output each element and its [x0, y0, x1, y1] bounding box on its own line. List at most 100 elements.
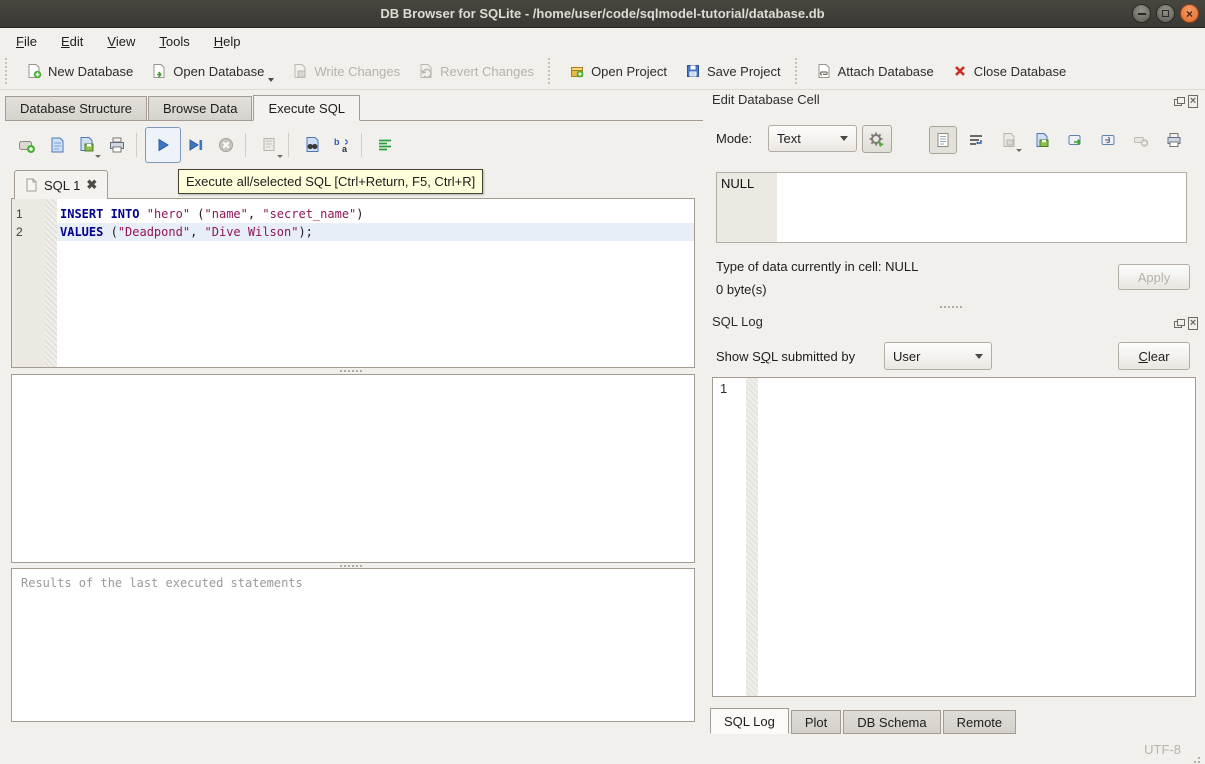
replace-button[interactable]: ba: [327, 130, 357, 160]
format-lines-icon: [376, 136, 394, 154]
tab-sql-log[interactable]: SQL Log: [710, 708, 789, 734]
close-icon: ×: [1186, 8, 1193, 20]
tab-remote[interactable]: Remote: [943, 710, 1017, 734]
query-results-table[interactable]: [11, 374, 695, 563]
svg-text:b: b: [334, 137, 340, 147]
menubar: File Edit View Tools Help: [0, 29, 1205, 53]
results-message-panel[interactable]: Results of the last executed statements: [11, 568, 695, 722]
clear-log-button[interactable]: Clear: [1118, 342, 1190, 370]
sql-log-dock-title: SQL Log: [712, 314, 763, 329]
text-document-icon: [935, 132, 951, 148]
resize-grip[interactable]: [1198, 757, 1200, 759]
revert-changes-button[interactable]: Revert Changes: [409, 56, 543, 86]
set-null-button[interactable]: [1127, 126, 1155, 154]
close-dock-button[interactable]: ×: [1187, 95, 1199, 107]
tab-db-schema[interactable]: DB Schema: [843, 710, 940, 734]
save-project-label: Save Project: [707, 64, 781, 79]
main-tabbar: Database Structure Browse Data Execute S…: [5, 95, 703, 121]
save-results-button[interactable]: [254, 130, 284, 160]
minimize-button[interactable]: [1132, 4, 1151, 23]
open-external-icon: [1067, 132, 1083, 148]
code-line[interactable]: 1INSERT INTO "hero" ("name", "secret_nam…: [12, 205, 694, 223]
tab-database-structure[interactable]: Database Structure: [5, 96, 147, 120]
copy-link-button[interactable]: [1094, 126, 1122, 154]
write-changes-icon: [292, 63, 308, 79]
gear-icon: [868, 130, 886, 148]
stop-button[interactable]: [211, 130, 241, 160]
float-dock-button[interactable]: [1172, 95, 1184, 107]
menu-help[interactable]: Help: [204, 31, 251, 52]
toolbar-separator: [361, 133, 366, 157]
revert-changes-label: Revert Changes: [440, 64, 534, 79]
find-button[interactable]: [297, 130, 327, 160]
new-database-button[interactable]: New Database: [17, 56, 142, 86]
apply-button[interactable]: Apply: [1118, 264, 1190, 290]
open-project-button[interactable]: Open Project: [560, 56, 676, 86]
print-button[interactable]: [102, 130, 132, 160]
auto-switch-mode-button[interactable]: [862, 125, 892, 153]
tab-label: Remote: [957, 715, 1003, 730]
sql-editor[interactable]: 1INSERT INTO "hero" ("name", "secret_nam…: [11, 198, 695, 368]
close-button[interactable]: ×: [1180, 4, 1199, 23]
tab-browse-data[interactable]: Browse Data: [148, 96, 252, 120]
execute-sql-toolbar: ba: [12, 127, 400, 163]
link-icon: [1100, 132, 1116, 148]
float-icon: [1174, 319, 1183, 327]
play-to-line-icon: [187, 136, 205, 154]
tab-plot[interactable]: Plot: [791, 710, 841, 734]
close-database-icon: [952, 63, 968, 79]
menu-view[interactable]: View: [97, 31, 145, 52]
mode-select[interactable]: Text: [768, 125, 857, 152]
close-database-button[interactable]: Close Database: [943, 56, 1076, 86]
log-filter-value: User: [893, 349, 920, 364]
close-tab-icon[interactable]: ✖: [86, 177, 97, 193]
code-lines: 1INSERT INTO "hero" ("name", "secret_nam…: [12, 199, 694, 241]
close-dock-button[interactable]: ×: [1187, 317, 1199, 329]
toolbar-separator: [795, 58, 802, 84]
menu-file[interactable]: File: [6, 31, 47, 52]
dock-tabbar: SQL Log Plot DB Schema Remote: [710, 708, 1018, 734]
dock-buttons: ×: [1172, 95, 1199, 107]
open-in-external-button[interactable]: [1061, 126, 1089, 154]
print-cell-button[interactable]: [1160, 126, 1188, 154]
save-sql-file-button[interactable]: [72, 130, 102, 160]
export-data-button[interactable]: [1028, 126, 1056, 154]
format-sql-button[interactable]: [370, 130, 400, 160]
sql-log-view[interactable]: 1: [712, 377, 1196, 697]
open-sql-file-button[interactable]: [42, 130, 72, 160]
execute-all-button[interactable]: [145, 127, 181, 163]
splitter-handle[interactable]: [340, 370, 342, 372]
code-line[interactable]: 2VALUES ("Deadpond", "Dive Wilson");: [12, 223, 694, 241]
edit-cell-dock-title: Edit Database Cell: [712, 92, 820, 107]
menu-edit[interactable]: Edit: [51, 31, 93, 52]
line-number: 1: [12, 205, 45, 223]
text-mode-button[interactable]: [929, 126, 957, 154]
write-changes-button[interactable]: Write Changes: [283, 56, 409, 86]
open-new-tab-button[interactable]: [12, 130, 42, 160]
tab-label: Browse Data: [163, 101, 237, 116]
log-filter-select[interactable]: User: [884, 342, 992, 370]
window-controls: ×: [1132, 4, 1199, 23]
open-database-dropdown-icon[interactable]: [268, 78, 274, 82]
titlebar[interactable]: DB Browser for SQLite - /home/user/code/…: [0, 0, 1205, 28]
tab-execute-sql[interactable]: Execute SQL: [253, 95, 360, 121]
maximize-button[interactable]: [1156, 4, 1175, 23]
execute-line-button[interactable]: [181, 130, 211, 160]
import-data-button[interactable]: [995, 126, 1023, 154]
word-wrap-button[interactable]: [962, 126, 990, 154]
splitter-handle[interactable]: [940, 306, 942, 308]
open-database-button[interactable]: Open Database: [142, 56, 283, 86]
close-icon: ×: [1188, 95, 1198, 108]
printer-icon: [108, 136, 126, 154]
clear-label: Clear: [1138, 349, 1169, 364]
chevron-down-icon: [840, 136, 848, 141]
float-dock-button[interactable]: [1172, 317, 1184, 329]
sql-document-tab[interactable]: SQL 1 ✖: [14, 170, 108, 199]
remove-icon: [1133, 132, 1149, 148]
close-icon: ×: [1188, 317, 1198, 330]
save-project-button[interactable]: Save Project: [676, 56, 790, 86]
cell-value-editor[interactable]: NULL: [716, 172, 1187, 243]
splitter-handle[interactable]: [340, 565, 342, 567]
menu-tools[interactable]: Tools: [149, 31, 199, 52]
attach-database-button[interactable]: Attach Database: [807, 56, 943, 86]
